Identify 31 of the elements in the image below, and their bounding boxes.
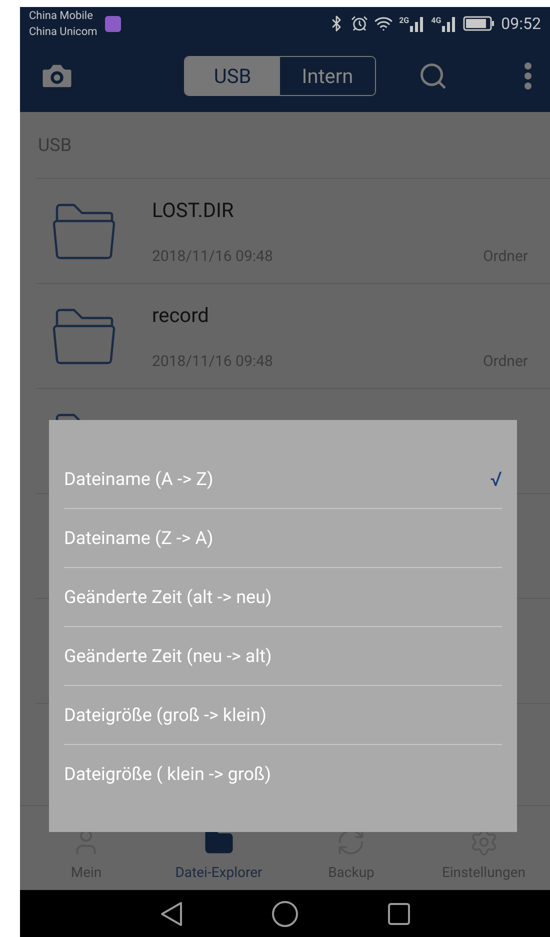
sort-option[interactable]: Dateiname (Z -> A) bbox=[64, 509, 502, 568]
sort-option[interactable]: Dateiname (A -> Z) √ bbox=[64, 450, 502, 509]
sort-option[interactable]: Geänderte Zeit (alt -> neu) bbox=[64, 568, 502, 627]
file-name: record bbox=[152, 302, 210, 329]
notification-icon bbox=[105, 16, 122, 32]
clock-time: 09:52 bbox=[501, 12, 541, 34]
folder-icon bbox=[52, 307, 116, 365]
sort-option[interactable]: Geänderte Zeit (neu -> alt) bbox=[64, 627, 502, 686]
home-icon[interactable] bbox=[271, 900, 299, 928]
wifi-icon bbox=[374, 14, 394, 33]
more-button[interactable] bbox=[524, 62, 532, 90]
more-icon bbox=[524, 62, 532, 90]
carrier-name: China Unicom bbox=[29, 24, 98, 40]
nav-tab[interactable]: Datei-Explorer bbox=[152, 806, 285, 890]
signal-icon bbox=[441, 16, 458, 32]
alarm-icon bbox=[351, 15, 368, 32]
network-label: 4G bbox=[431, 16, 442, 24]
signal-icon bbox=[409, 16, 426, 32]
search-icon bbox=[418, 61, 448, 91]
carrier-name: China Mobile bbox=[29, 8, 94, 24]
folder-icon bbox=[52, 202, 116, 260]
file-name: LOST.DIR bbox=[152, 197, 235, 224]
search-button[interactable] bbox=[418, 61, 448, 91]
recents-icon[interactable] bbox=[387, 902, 411, 926]
network-label: 2G bbox=[399, 16, 410, 24]
sort-option[interactable]: Dateigröße (groß -> klein) bbox=[64, 686, 502, 745]
sort-option[interactable]: Dateigröße ( klein -> groß) bbox=[64, 745, 502, 804]
back-icon[interactable] bbox=[159, 900, 183, 926]
battery-icon bbox=[463, 16, 496, 31]
storage-tab[interactable]: USB bbox=[185, 57, 280, 95]
check-mark: √ bbox=[490, 466, 502, 493]
